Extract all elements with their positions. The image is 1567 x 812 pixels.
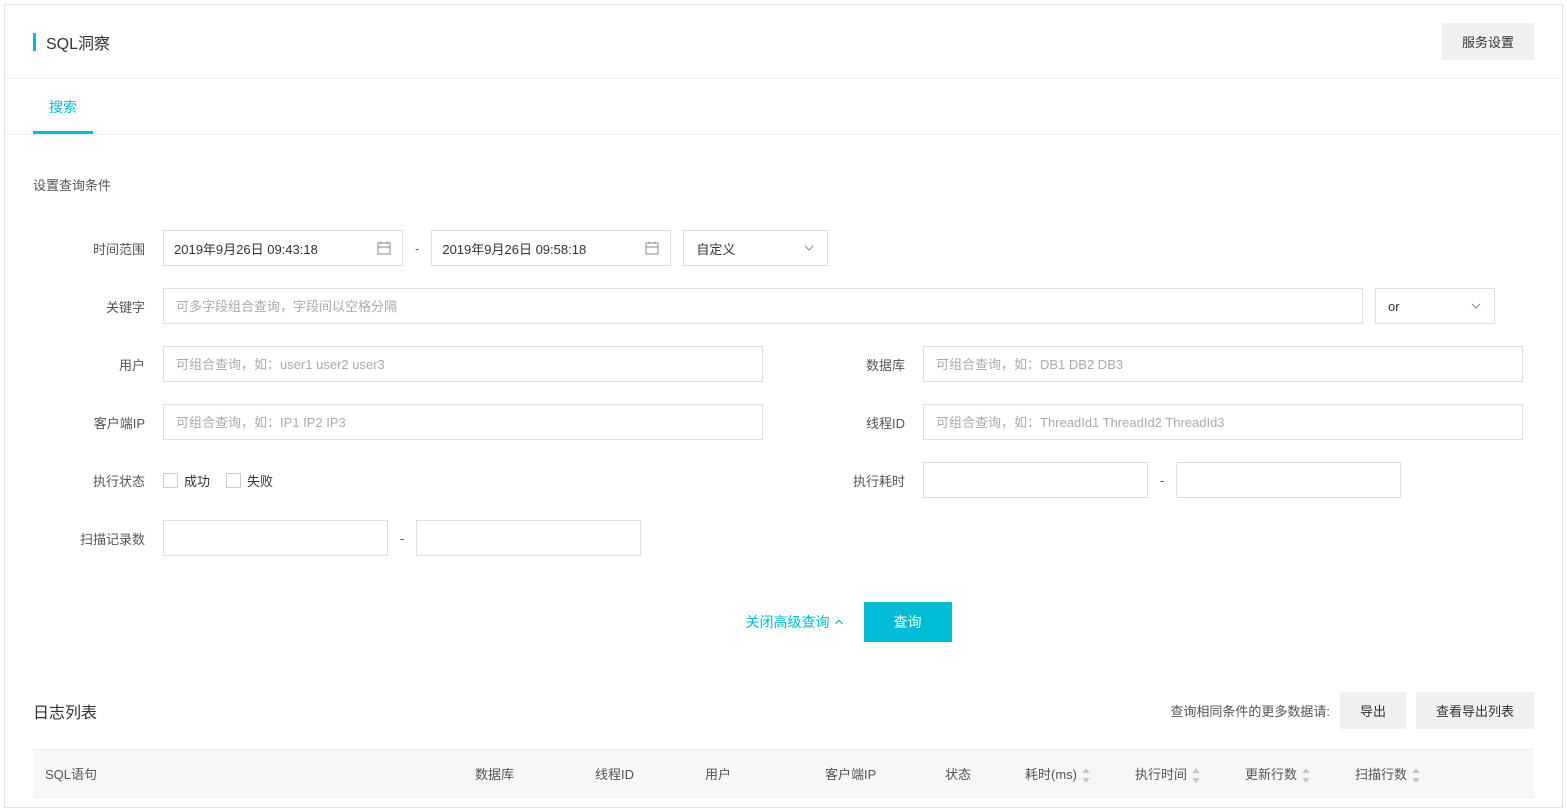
tab-search[interactable]: 搜索: [33, 79, 93, 134]
label-user: 用户: [33, 355, 163, 374]
col-database[interactable]: 数据库: [463, 750, 583, 797]
sort-icon: [1191, 768, 1201, 780]
time-preset-select[interactable]: 自定义: [683, 230, 828, 266]
label-time-range: 时间范围: [33, 239, 163, 258]
chevron-down-icon: [803, 242, 815, 254]
title-accent-bar: [33, 33, 36, 51]
service-settings-button[interactable]: 服务设置: [1442, 23, 1534, 60]
database-input[interactable]: [923, 346, 1523, 382]
view-export-list-button[interactable]: 查看导出列表: [1416, 692, 1534, 729]
keyword-input[interactable]: [163, 288, 1363, 324]
export-button[interactable]: 导出: [1340, 692, 1406, 729]
col-cost-label: 耗时(ms): [1025, 764, 1077, 783]
col-status[interactable]: 状态: [933, 750, 1013, 797]
section-conditions-label: 设置查询条件: [33, 175, 1534, 194]
range-separator: -: [388, 531, 416, 546]
col-thread-id[interactable]: 线程ID: [583, 750, 693, 797]
col-sql[interactable]: SQL语句: [33, 750, 463, 797]
calendar-icon: [376, 240, 392, 256]
col-scan-rows[interactable]: 扫描行数: [1343, 750, 1453, 797]
checkbox-fail-wrap[interactable]: 失败: [226, 471, 273, 490]
label-thread-id: 线程ID: [763, 413, 923, 432]
table-header-row: SQL语句 数据库 线程ID 用户 客户端IP 状态 耗时(ms) 执行时间 更…: [33, 749, 1534, 798]
thread-id-input[interactable]: [923, 404, 1523, 440]
keyword-logic-select[interactable]: or: [1375, 288, 1495, 324]
chevron-down-icon: [1470, 300, 1482, 312]
checkbox-success-label: 成功: [184, 471, 210, 490]
page-title: SQL洞察: [46, 30, 110, 54]
keyword-logic-value: or: [1388, 299, 1400, 314]
label-scan-rows: 扫描记录数: [33, 529, 163, 548]
time-from-picker[interactable]: 2019年9月26日 09:43:18: [163, 230, 403, 266]
tab-bar: 搜索: [5, 79, 1562, 135]
col-cost[interactable]: 耗时(ms): [1013, 750, 1123, 797]
col-exec-time-label: 执行时间: [1135, 764, 1187, 783]
time-from-value: 2019年9月26日 09:43:18: [174, 239, 318, 258]
sort-icon: [1301, 768, 1311, 780]
sort-icon: [1081, 768, 1091, 780]
calendar-icon: [644, 240, 660, 256]
checkbox-success-wrap[interactable]: 成功: [163, 471, 210, 490]
label-exec-status: 执行状态: [33, 471, 163, 490]
log-list-title: 日志列表: [33, 699, 97, 723]
time-preset-value: 自定义: [696, 239, 735, 258]
col-exec-time[interactable]: 执行时间: [1123, 750, 1233, 797]
chevron-up-icon: [834, 617, 844, 627]
col-user[interactable]: 用户: [693, 750, 813, 797]
col-scan-rows-label: 扫描行数: [1355, 764, 1407, 783]
label-exec-time: 执行耗时: [763, 471, 923, 490]
label-keyword: 关键字: [33, 297, 163, 316]
sort-icon: [1411, 768, 1421, 780]
client-ip-input[interactable]: [163, 404, 763, 440]
scan-rows-min-input[interactable]: [163, 520, 388, 556]
exec-time-min-input[interactable]: [923, 462, 1148, 498]
time-to-picker[interactable]: 2019年9月26日 09:58:18: [431, 230, 671, 266]
more-data-hint: 查询相同条件的更多数据请:: [1170, 701, 1330, 720]
scan-rows-max-input[interactable]: [416, 520, 641, 556]
checkbox-fail[interactable]: [226, 473, 241, 488]
time-separator: -: [403, 241, 431, 256]
time-to-value: 2019年9月26日 09:58:18: [442, 239, 586, 258]
col-client-ip[interactable]: 客户端IP: [813, 750, 933, 797]
label-client-ip: 客户端IP: [33, 413, 163, 432]
checkbox-fail-label: 失败: [247, 471, 273, 490]
col-update-rows[interactable]: 更新行数: [1233, 750, 1343, 797]
user-input[interactable]: [163, 346, 763, 382]
log-table: SQL语句 数据库 线程ID 用户 客户端IP 状态 耗时(ms) 执行时间 更…: [33, 749, 1534, 798]
range-separator: -: [1148, 473, 1176, 488]
query-button[interactable]: 查询: [864, 602, 952, 642]
toggle-advanced-label: 关闭高级查询: [746, 612, 830, 632]
toggle-advanced-link[interactable]: 关闭高级查询: [746, 612, 844, 632]
col-update-rows-label: 更新行数: [1245, 764, 1297, 783]
checkbox-success[interactable]: [163, 473, 178, 488]
label-database: 数据库: [763, 355, 923, 374]
exec-time-max-input[interactable]: [1176, 462, 1401, 498]
